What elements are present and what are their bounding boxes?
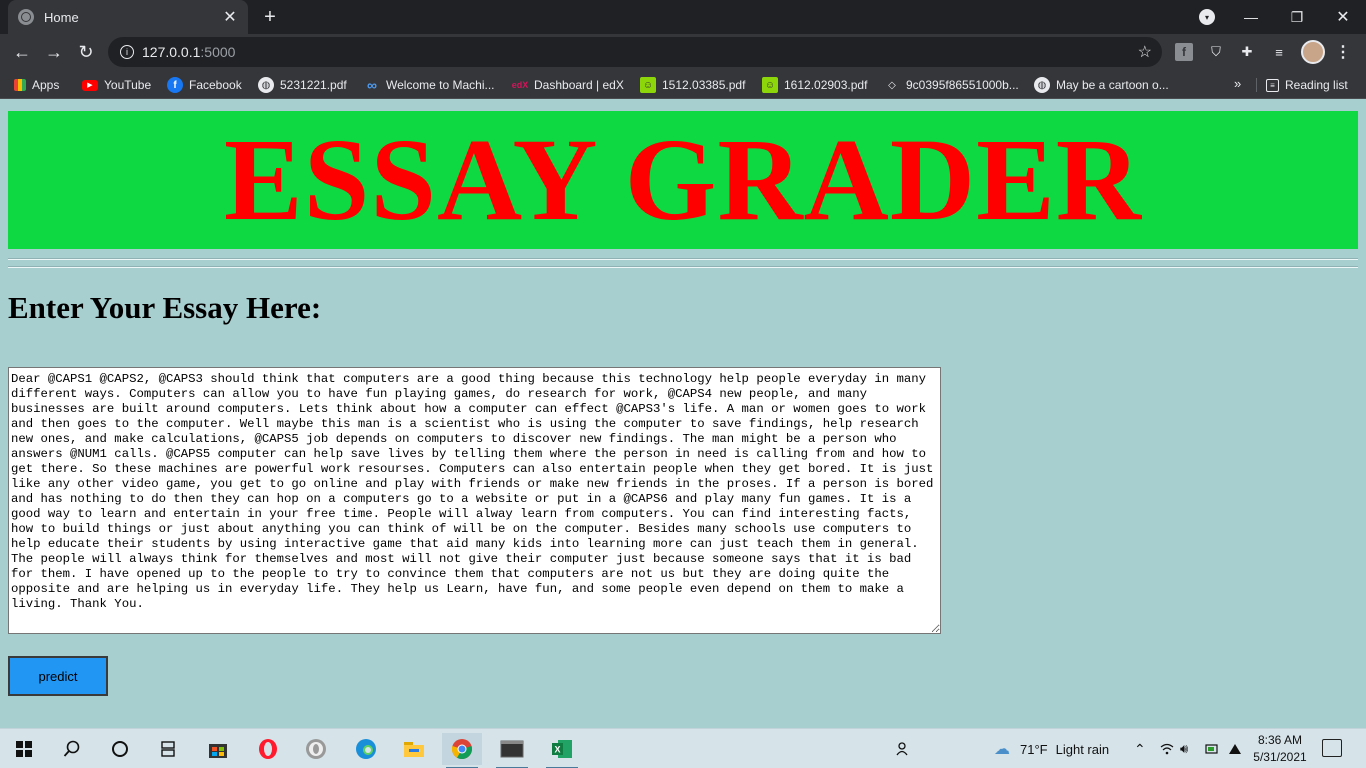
url-port: :5000 xyxy=(200,44,236,60)
minimize-button[interactable]: — xyxy=(1228,0,1274,34)
forward-arrow-icon[interactable]: → xyxy=(40,38,68,66)
browser-toolbar: ← → ↻ i 127.0.0.1:5000 ☆ f ⛉ ✚ ≡ ⋮ xyxy=(0,34,1366,70)
rain-cloud-icon: ☁ xyxy=(994,741,1010,758)
apps-grid-icon xyxy=(14,79,26,91)
task-view-icon[interactable] xyxy=(148,733,188,765)
essay-textarea[interactable]: Dear @CAPS1 @CAPS2, @CAPS3 should think … xyxy=(8,367,941,634)
page-title: ESSAY GRADER xyxy=(223,114,1143,245)
tab-search-icon[interactable]: ▾ xyxy=(1199,9,1215,25)
menu-dots-icon[interactable]: ⋮ xyxy=(1334,43,1352,61)
new-tab-button[interactable]: + xyxy=(258,5,282,29)
address-bar[interactable]: i 127.0.0.1:5000 ☆ xyxy=(108,37,1162,67)
edx-icon: edX xyxy=(511,80,529,90)
clock-time: 8:36 AM xyxy=(1257,733,1303,747)
url-text: 127.0.0.1:5000 xyxy=(142,44,235,60)
divider xyxy=(8,258,1358,260)
bookmark-facebook[interactable]: f Facebook xyxy=(167,75,242,95)
bookmark-label: Apps xyxy=(32,78,60,92)
predict-button[interactable]: predict xyxy=(8,656,108,696)
bookmark-label: Facebook xyxy=(189,78,242,92)
globe-icon: ◍ xyxy=(1034,77,1050,93)
close-window-button[interactable]: ✕ xyxy=(1320,0,1366,34)
back-arrow-icon[interactable]: ← xyxy=(8,38,36,66)
weather-widget[interactable]: ☁ 71°F Light rain xyxy=(994,729,1109,768)
notifications-icon[interactable] xyxy=(1322,739,1342,757)
globe-icon xyxy=(18,9,34,25)
restore-button[interactable]: ❐ xyxy=(1274,0,1320,34)
bookmarks-divider xyxy=(1256,78,1257,92)
clock-date: 5/31/2021 xyxy=(1253,750,1307,764)
reload-icon[interactable]: ↻ xyxy=(72,38,100,66)
opera-icon[interactable] xyxy=(248,733,288,765)
people-icon[interactable] xyxy=(896,729,912,768)
youtube-icon: ▶ xyxy=(82,79,98,91)
bookmark-apps[interactable]: Apps xyxy=(14,75,59,95)
excel-icon[interactable]: X xyxy=(542,733,582,768)
more-bookmarks-button[interactable]: » xyxy=(1234,76,1241,91)
bookmark-label: 9c0395f86551000b... xyxy=(906,78,1019,92)
bookmark-star-icon[interactable]: ☆ xyxy=(1138,42,1152,62)
svg-text:X: X xyxy=(555,745,561,755)
weather-desc: Light rain xyxy=(1055,741,1110,757)
bookmark-coursera[interactable]: ∞ Welcome to Machi... xyxy=(364,75,494,95)
bookmark-label: YouTube xyxy=(104,78,152,92)
reading-list-button[interactable]: ≡ Reading list xyxy=(1266,75,1348,95)
tab-home[interactable]: Home ✕ xyxy=(8,0,248,34)
bookmark-edx[interactable]: edX Dashboard | edX xyxy=(512,75,624,95)
page-content: ESSAY GRADER Enter Your Essay Here: Dear… xyxy=(0,100,1366,728)
edge-icon[interactable] xyxy=(346,733,386,765)
pdf-smiley-icon: ☺ xyxy=(762,77,778,93)
pdf-smiley-icon: ☺ xyxy=(640,77,656,93)
search-icon[interactable] xyxy=(52,733,92,765)
system-clock[interactable]: 8:36 AM 5/31/2021 xyxy=(1250,732,1310,766)
bookmark-pdf-5231221[interactable]: ◍ 5231221.pdf xyxy=(258,75,347,95)
header-banner: ESSAY GRADER xyxy=(8,111,1358,249)
bookmark-hash[interactable]: ◇ 9c0395f86551000b... xyxy=(884,75,1019,95)
reading-list-icon: ≡ xyxy=(1266,78,1279,92)
bookmark-label: Dashboard | edX xyxy=(534,78,624,92)
bookmark-pdf-1512[interactable]: ☺ 1512.03385.pdf xyxy=(640,75,745,95)
opera-gx-icon[interactable] xyxy=(296,733,336,765)
windows-taskbar: X ☁ 71°F Light rain ⌃ 🔊︎ 8:36 AM 5/31/20… xyxy=(0,728,1366,768)
url-host: 127.0.0.1 xyxy=(142,44,201,60)
wifi-icon[interactable] xyxy=(1160,729,1174,768)
network-status-icon[interactable] xyxy=(1228,729,1242,768)
facebook-icon: f xyxy=(167,77,183,93)
chrome-icon[interactable] xyxy=(442,733,482,768)
store-icon[interactable] xyxy=(198,733,238,765)
bookmark-cartoon[interactable]: ◍ May be a cartoon o... xyxy=(1034,75,1169,95)
windows-start-icon[interactable] xyxy=(4,733,44,765)
file-explorer-icon[interactable] xyxy=(394,733,434,765)
essay-heading: Enter Your Essay Here: xyxy=(8,290,322,325)
volume-icon[interactable]: 🔊︎ xyxy=(1180,729,1188,768)
bookmark-label: 5231221.pdf xyxy=(280,78,347,92)
globe-icon: ◍ xyxy=(258,77,274,93)
tab-title: Home xyxy=(44,9,79,25)
bookmark-label: May be a cartoon o... xyxy=(1056,78,1169,92)
battery-icon[interactable] xyxy=(1205,729,1219,768)
gem-icon: ◇ xyxy=(888,79,896,91)
bookmark-label: Welcome to Machi... xyxy=(386,78,495,92)
shield-extension-icon[interactable]: ⛉ xyxy=(1207,43,1225,61)
cortana-icon[interactable] xyxy=(100,733,140,765)
bookmark-label: 1512.03385.pdf xyxy=(662,78,746,92)
bookmarks-bar: Apps ▶ YouTube f Facebook ◍ 5231221.pdf … xyxy=(0,70,1366,99)
extensions-puzzle-icon[interactable]: ✚ xyxy=(1238,43,1256,61)
bookmark-youtube[interactable]: ▶ YouTube xyxy=(82,75,151,95)
close-tab-icon[interactable]: ✕ xyxy=(222,9,238,26)
weather-temp: 71°F xyxy=(1020,741,1048,757)
bookmark-label: 1612.02903.pdf xyxy=(784,78,868,92)
media-control-icon[interactable]: ≡ xyxy=(1270,43,1288,61)
divider xyxy=(8,266,1358,268)
terminal-icon[interactable] xyxy=(492,733,532,768)
bookmark-pdf-1612[interactable]: ☺ 1612.02903.pdf xyxy=(762,75,867,95)
site-info-icon[interactable]: i xyxy=(120,45,134,59)
reading-list-label: Reading list xyxy=(1285,78,1348,92)
facebook-extension-icon[interactable]: f xyxy=(1175,43,1193,61)
browser-titlebar: Home ✕ + ▾ — ❐ ✕ xyxy=(0,0,1366,34)
coursera-icon: ∞ xyxy=(367,77,377,93)
chevron-up-icon[interactable]: ⌃ xyxy=(1134,729,1146,768)
profile-avatar[interactable] xyxy=(1301,40,1325,64)
